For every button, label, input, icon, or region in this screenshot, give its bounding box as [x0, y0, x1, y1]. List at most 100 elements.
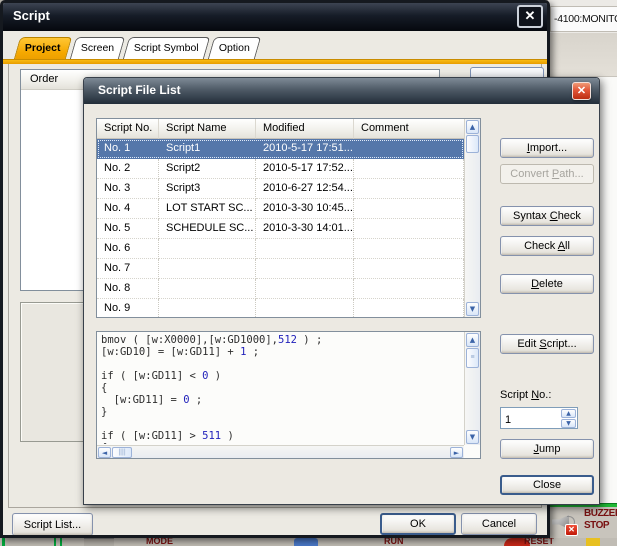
cancel-button[interactable]: Cancel: [461, 513, 537, 535]
script-table-rows: No. 1Script12010-5-17 17:51...No. 2Scrip…: [97, 139, 464, 317]
table-row[interactable]: No. 7: [97, 259, 464, 279]
table-cell: [159, 239, 256, 259]
scroll-up-icon[interactable]: ▲: [466, 120, 479, 134]
hmi-fragment: [60, 538, 62, 546]
buzzer-stop-label: BUZZERSTOP: [584, 508, 617, 532]
script-no-input[interactable]: [501, 408, 559, 428]
table-scrollbar[interactable]: ▲ ▼: [464, 119, 480, 317]
scroll-down-icon[interactable]: ▼: [466, 302, 479, 316]
import-button[interactable]: Import...: [500, 138, 594, 158]
table-cell: [159, 299, 256, 317]
table-cell: No. 1: [97, 139, 159, 159]
table-cell: [354, 239, 464, 259]
tab-script-symbol[interactable]: Script Symbol: [123, 37, 210, 59]
table-cell: [354, 299, 464, 317]
hmi-fragment: [84, 538, 114, 546]
table-cell: No. 2: [97, 159, 159, 179]
check-all-button[interactable]: Check All: [500, 236, 594, 256]
scroll-thumb[interactable]: [466, 135, 479, 153]
table-cell: No. 5: [97, 219, 159, 239]
code-horizontal-scrollbar[interactable]: ◄ |||| ►: [97, 445, 464, 458]
table-cell: 2010-3-30 10:45...: [256, 199, 354, 219]
close-icon: ✕: [577, 85, 586, 97]
script-file-list-dialog: Script File List ✕ Script No. Script Nam…: [83, 77, 600, 505]
table-cell: No. 8: [97, 279, 159, 299]
ok-button[interactable]: OK: [380, 513, 456, 535]
table-cell: No. 4: [97, 199, 159, 219]
scroll-up-icon[interactable]: ▲: [466, 333, 479, 347]
scroll-down-icon[interactable]: ▼: [466, 430, 479, 444]
scroll-thumb[interactable]: ≡: [466, 348, 479, 368]
table-cell: [354, 139, 464, 159]
dialog-title: Script File List: [98, 83, 181, 97]
code-vertical-scrollbar[interactable]: ▲ ≡ ▼: [464, 332, 480, 445]
table-cell: [256, 239, 354, 259]
background-bottom-strip: MODE RUN RESET: [0, 538, 617, 546]
table-cell: [354, 179, 464, 199]
table-cell: [354, 199, 464, 219]
hmi-fragment: [294, 538, 318, 546]
table-cell: Script2: [159, 159, 256, 179]
background-toolbar-band: [548, 33, 617, 77]
table-row[interactable]: No. 4LOT START SC...2010-3-30 10:45...: [97, 199, 464, 219]
tab-project[interactable]: Project: [14, 37, 72, 59]
tab-screen[interactable]: Screen: [69, 37, 125, 59]
table-row[interactable]: No. 9: [97, 299, 464, 317]
table-cell: Script3: [159, 179, 256, 199]
script-window-close-button[interactable]: ✕: [517, 5, 543, 28]
script-window-title: Script: [13, 8, 50, 23]
script-no-spinner: ▲ ▼: [500, 407, 578, 429]
column-header-modified[interactable]: Modified: [256, 119, 354, 139]
script-code-preview: bmov ( [w:X0000],[w:GD1000],512 ) ; [w:G…: [96, 331, 481, 459]
column-header-comment[interactable]: Comment: [354, 119, 464, 139]
jump-button[interactable]: Jump: [500, 439, 594, 459]
script-code-text: bmov ( [w:X0000],[w:GD1000],512 ) ; [w:G…: [101, 334, 462, 444]
table-row[interactable]: No. 3Script32010-6-27 12:54...: [97, 179, 464, 199]
script-window-titlebar[interactable]: Script: [3, 3, 547, 31]
hmi-fragment: [586, 538, 600, 546]
syntax-check-button[interactable]: Syntax Check: [500, 206, 594, 226]
script-table-header: Script No. Script Name Modified Comment: [97, 119, 464, 139]
table-row[interactable]: No. 1Script12010-5-17 17:51...: [97, 139, 464, 159]
column-header-script-name[interactable]: Script Name: [159, 119, 256, 139]
table-cell: [256, 279, 354, 299]
table-cell: 2010-6-27 12:54...: [256, 179, 354, 199]
table-row[interactable]: No. 5SCHEDULE SC...2010-3-30 14:01...: [97, 219, 464, 239]
script-no-label: Script No.:: [500, 389, 551, 401]
table-row[interactable]: No. 2Script22010-5-17 17:52...: [97, 159, 464, 179]
script-list-button[interactable]: Script List...: [12, 513, 93, 536]
table-cell: No. 6: [97, 239, 159, 259]
tab-strip: Project Screen Script Symbol Option: [17, 37, 258, 59]
scroll-right-icon[interactable]: ►: [450, 447, 463, 458]
speaker-icon: ✕: [552, 512, 578, 538]
table-cell: [159, 279, 256, 299]
spin-down-icon[interactable]: ▼: [561, 419, 576, 428]
dialog-close-button[interactable]: ✕: [572, 82, 591, 100]
scroll-left-icon[interactable]: ◄: [98, 447, 111, 458]
delete-button[interactable]: Delete: [500, 274, 594, 294]
convert-path-button[interactable]: Convert Path...: [500, 164, 594, 184]
column-header-script-no[interactable]: Script No.: [97, 119, 159, 139]
screen: -4100:MONITO ✕ BUZZERSTOP MODE RUN RESET…: [0, 0, 617, 546]
hmi-fragment: [54, 538, 56, 546]
table-cell: [159, 259, 256, 279]
table-cell: Script1: [159, 139, 256, 159]
table-cell: [354, 279, 464, 299]
table-cell: LOT START SC...: [159, 199, 256, 219]
close-button[interactable]: Close: [500, 475, 594, 495]
edit-script-button[interactable]: Edit Script...: [500, 334, 594, 354]
scroll-thumb[interactable]: ||||: [112, 447, 132, 458]
hmi-label-fragment: MODE: [146, 538, 173, 546]
table-cell: 2010-5-17 17:51...: [256, 139, 354, 159]
table-cell: [354, 159, 464, 179]
table-row[interactable]: No. 8: [97, 279, 464, 299]
tab-option[interactable]: Option: [208, 37, 261, 59]
table-row[interactable]: No. 6: [97, 239, 464, 259]
table-cell: 2010-3-30 14:01...: [256, 219, 354, 239]
table-cell: 2010-5-17 17:52...: [256, 159, 354, 179]
dialog-titlebar[interactable]: Script File List: [84, 78, 599, 104]
table-cell: [354, 259, 464, 279]
table-cell: [354, 219, 464, 239]
spin-up-icon[interactable]: ▲: [561, 409, 576, 418]
mute-badge-icon: ✕: [565, 524, 578, 536]
